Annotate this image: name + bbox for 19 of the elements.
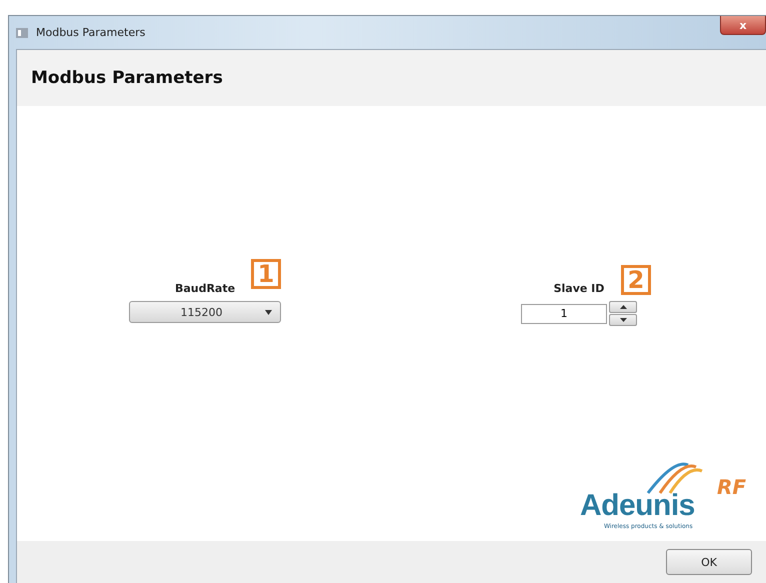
up-arrow-icon [620, 305, 626, 309]
field-label: BaudRate [174, 282, 236, 295]
wave-arcs-icon [644, 461, 704, 495]
ok-button[interactable]: OK [666, 549, 752, 575]
logo-name: Adeunis [580, 489, 695, 523]
decrement-button[interactable] [609, 314, 637, 326]
callout-number: 1 [251, 259, 281, 289]
slave-id-field[interactable]: 1 [521, 304, 607, 324]
logo-suffix: RF [716, 475, 746, 499]
page-heading: Modbus Parameters [31, 68, 223, 88]
close-button[interactable]: x [720, 16, 766, 35]
caret-icon [265, 310, 272, 314]
field-label: Slave ID [554, 282, 604, 295]
callout-number: 2 [621, 265, 651, 295]
window-icon [16, 28, 28, 38]
window-title: Modbus Parameters [36, 26, 146, 39]
increment-button[interactable] [609, 301, 637, 313]
down-arrow-icon [620, 318, 626, 322]
baud-rate-dropdown[interactable]: 115200 [129, 301, 281, 323]
